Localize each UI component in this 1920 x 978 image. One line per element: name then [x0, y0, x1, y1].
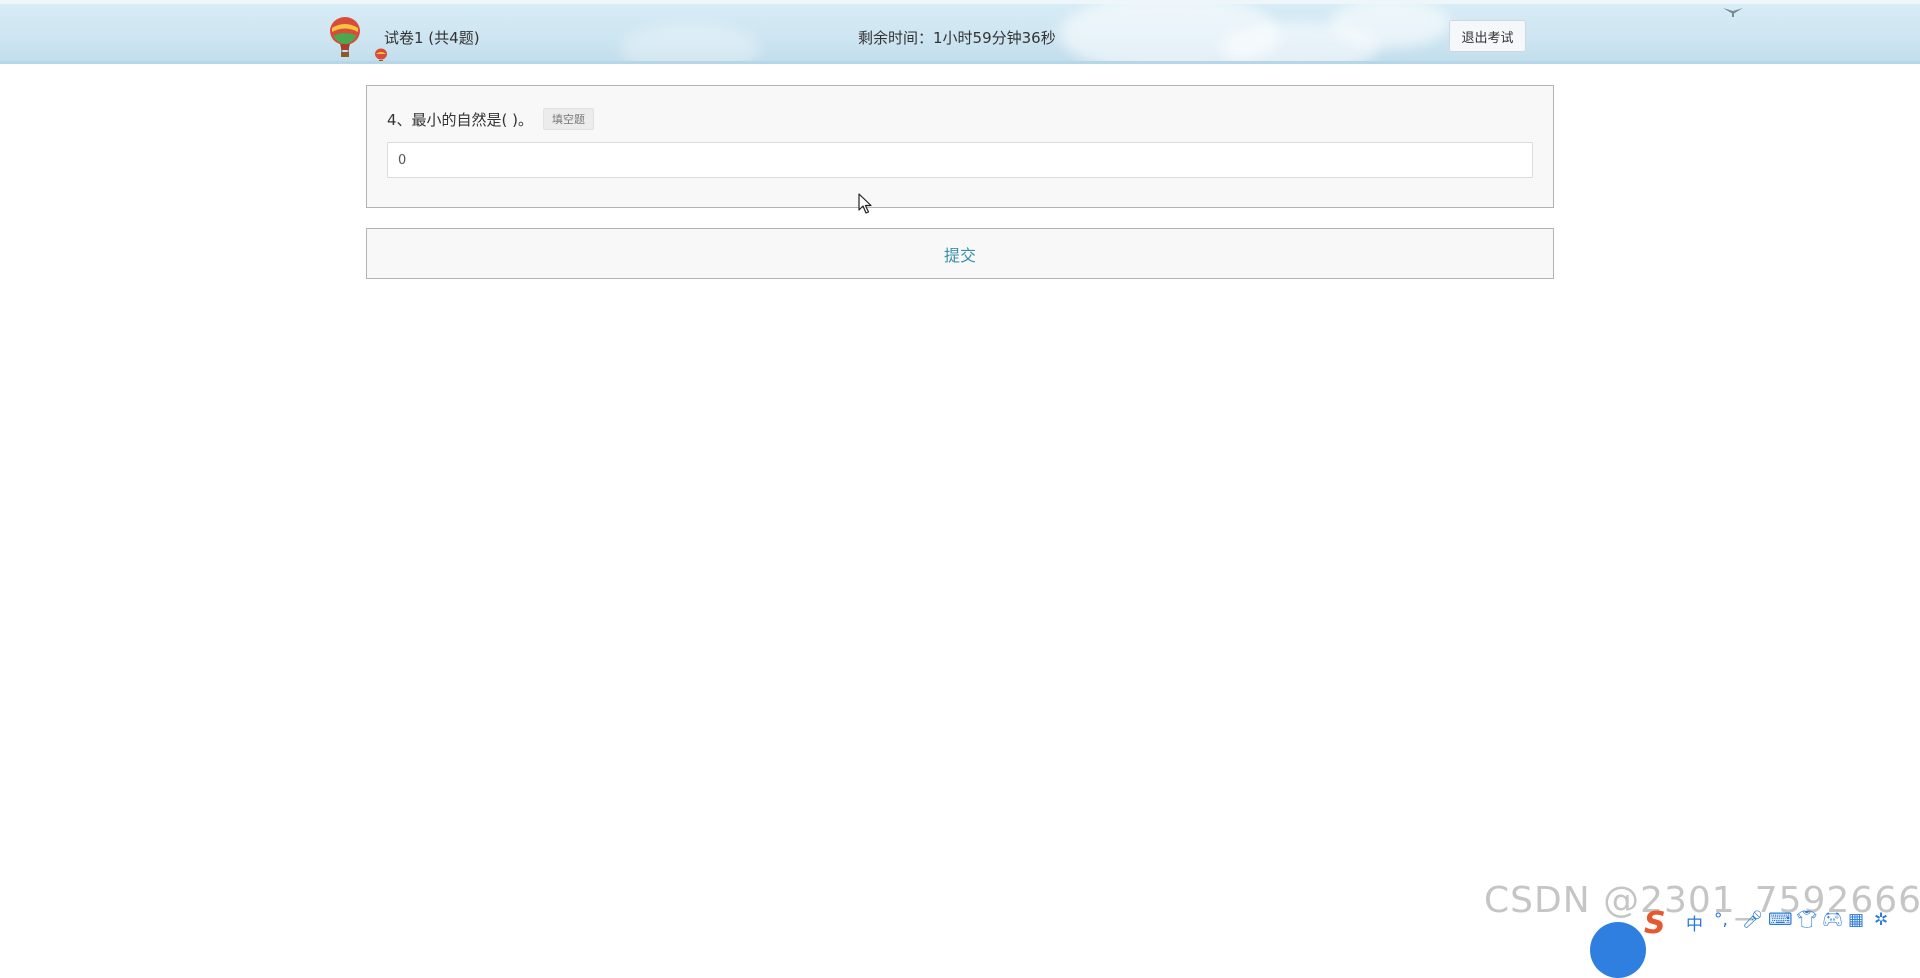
- exit-exam-button[interactable]: 退出考试: [1449, 20, 1526, 52]
- remaining-time: 剩余时间：1小时59分钟36秒: [858, 29, 1056, 47]
- exam-header: 试卷1 (共4题) 剩余时间：1小时59分钟36秒 退出考试: [0, 0, 1920, 64]
- grid-icon[interactable]: ▦: [1848, 910, 1864, 930]
- balloon-logo-icon: [330, 17, 360, 57]
- bird-icon: [1723, 8, 1743, 17]
- exam-title: 试卷1 (共4题): [384, 29, 480, 47]
- ime-mode-label[interactable]: 中: [1686, 910, 1703, 935]
- gamepad-icon[interactable]: 🎮︎: [1822, 910, 1844, 930]
- small-balloon-icon: [375, 48, 387, 61]
- header-cloud: [1330, 4, 1450, 48]
- answer-input[interactable]: [387, 142, 1533, 178]
- settings-icon[interactable]: ✲: [1874, 910, 1888, 930]
- question-text: 4、最小的自然是( )。: [387, 111, 534, 129]
- ime-toolbar: S 中 °, 🎤︎ ⌨ 👕︎ 🎮︎ ▦ ✲: [1590, 906, 1920, 978]
- punctuation-icon[interactable]: °,: [1714, 910, 1728, 930]
- question-type-badge: 填空题: [543, 108, 594, 130]
- submit-button[interactable]: 提交: [366, 228, 1554, 279]
- keyboard-icon[interactable]: ⌨: [1768, 910, 1793, 930]
- header-cloud: [620, 24, 760, 61]
- microphone-icon[interactable]: 🎤︎: [1742, 910, 1764, 930]
- question-panel: 4、最小的自然是( )。 填空题: [366, 85, 1554, 208]
- floating-ball-icon[interactable]: [1590, 922, 1646, 978]
- mouse-cursor-icon: [858, 193, 872, 214]
- skin-icon[interactable]: 👕︎: [1796, 910, 1818, 930]
